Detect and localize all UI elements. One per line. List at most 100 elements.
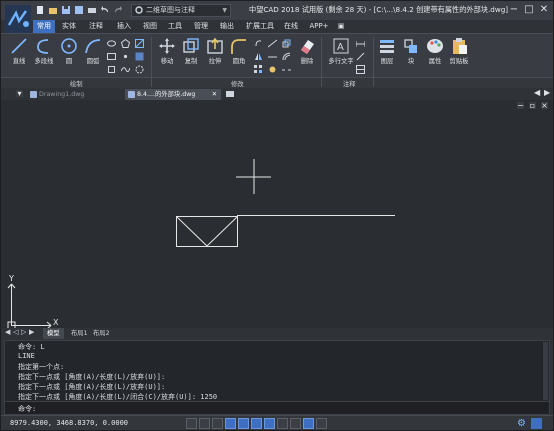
- tab-solid[interactable]: 实体: [58, 20, 80, 33]
- table-icon[interactable]: [356, 65, 365, 74]
- workspace-selector[interactable]: 二维草图与注释 ▼: [131, 4, 231, 17]
- arc-button[interactable]: 圆弧: [82, 37, 104, 65]
- title-bar: 二维草图与注释 ▼ 中望CAD 2018 试用版 (剩余 28 天) - [C:…: [1, 1, 553, 20]
- fillet-button[interactable]: 圆角: [228, 37, 250, 65]
- save-as-icon[interactable]: [74, 5, 84, 15]
- dyn-input-toggle-icon[interactable]: [264, 418, 275, 429]
- transparency-toggle-icon[interactable]: [290, 418, 301, 429]
- app-logo-icon[interactable]: [5, 5, 31, 35]
- tab-output[interactable]: 输出: [216, 20, 238, 33]
- close-button[interactable]: ✕: [537, 3, 551, 17]
- lineweight-toggle-icon[interactable]: [277, 418, 288, 429]
- otrack-toggle-icon[interactable]: [251, 418, 262, 429]
- annotation-panel-title[interactable]: 注释: [343, 79, 356, 88]
- tab-menu-icon[interactable]: ▾: [16, 90, 23, 98]
- doc-tab-drawing1[interactable]: Drawing1.dwg: [27, 89, 117, 100]
- tab-model[interactable]: 模型: [43, 328, 64, 339]
- tab-view[interactable]: 视图: [139, 20, 161, 33]
- command-input[interactable]: 命令:: [4, 401, 550, 415]
- tab-layout1[interactable]: 布局1: [71, 328, 88, 339]
- spline-icon[interactable]: [121, 65, 130, 74]
- polyline-button[interactable]: 多段线: [32, 37, 56, 65]
- draw-panel-title[interactable]: 绘制: [70, 79, 83, 88]
- new-tab-button[interactable]: [225, 89, 237, 100]
- osnap-toggle-icon[interactable]: [238, 418, 249, 429]
- fullscreen-icon[interactable]: [531, 418, 542, 429]
- move-button[interactable]: 移动: [156, 37, 178, 65]
- explode-icon[interactable]: [268, 65, 277, 74]
- workspace-gear-icon[interactable]: ⚙: [517, 418, 528, 429]
- doc-tab-current[interactable]: 8.4....的外部块.dwg ✕: [125, 89, 221, 100]
- extend-icon[interactable]: [268, 52, 277, 61]
- mtext-button[interactable]: A 多行文字: [325, 37, 357, 65]
- modify-panel-title[interactable]: 修改: [231, 79, 244, 88]
- rectangle-icon[interactable]: [107, 52, 116, 61]
- erase-button[interactable]: 删除: [296, 37, 318, 65]
- dimension-icon[interactable]: [356, 39, 365, 48]
- tab-manage[interactable]: 管理: [190, 20, 212, 33]
- polygon-icon[interactable]: [121, 39, 130, 48]
- copy-button[interactable]: 复制: [180, 37, 202, 65]
- open-file-icon[interactable]: [48, 5, 58, 15]
- save-icon[interactable]: [61, 5, 71, 15]
- leader-icon[interactable]: [356, 52, 365, 61]
- layer-button[interactable]: 图层: [376, 37, 398, 65]
- scroll-left-icon[interactable]: ◀: [534, 88, 542, 99]
- rotate-icon[interactable]: [254, 39, 263, 48]
- tab-extension-tools[interactable]: 扩展工具: [243, 20, 277, 33]
- grid-toggle-icon[interactable]: [186, 418, 197, 429]
- region-icon[interactable]: [107, 65, 116, 74]
- tab-tools[interactable]: 工具: [164, 20, 186, 33]
- selection-cycling-toggle-icon[interactable]: [303, 418, 314, 429]
- next-layout-icon[interactable]: ▷: [21, 328, 26, 336]
- prev-layout-icon[interactable]: ◁: [13, 328, 18, 336]
- ribbon-toggle-icon[interactable]: ▣: [335, 20, 347, 33]
- print-icon[interactable]: [87, 5, 97, 15]
- stretch-button[interactable]: 拉伸: [204, 37, 226, 65]
- line-button[interactable]: 直线: [7, 37, 31, 65]
- tab-layout2[interactable]: 布局2: [93, 328, 110, 339]
- point-icon[interactable]: [121, 52, 130, 61]
- redo-icon[interactable]: [113, 5, 123, 15]
- hatch-icon[interactable]: [135, 39, 144, 48]
- block-button[interactable]: 块: [400, 37, 422, 65]
- minimize-button[interactable]: −: [507, 3, 521, 17]
- annotation-scale-icon[interactable]: [316, 418, 327, 429]
- offset-icon[interactable]: [282, 52, 291, 61]
- clipboard-icon: [453, 38, 467, 54]
- gradient-icon[interactable]: [135, 52, 144, 61]
- window-title: 中望CAD 2018 试用版 (剩余 28 天) - [C:\...\8.4.2…: [249, 5, 509, 14]
- circle-button[interactable]: 圆: [58, 37, 80, 65]
- command-scrollbar[interactable]: [543, 342, 548, 400]
- ortho-toggle-icon[interactable]: [212, 418, 223, 429]
- properties-button[interactable]: 属性: [424, 37, 446, 65]
- new-file-icon[interactable]: [35, 5, 45, 15]
- first-layout-icon[interactable]: ◀: [5, 328, 10, 336]
- tab-app-plus[interactable]: APP+: [306, 20, 332, 33]
- maximize-button[interactable]: □: [522, 3, 536, 17]
- tab-online[interactable]: 在线: [280, 20, 302, 33]
- trim-icon[interactable]: [268, 39, 277, 48]
- file-icon: [128, 91, 135, 98]
- revision-cloud-icon[interactable]: [135, 65, 144, 74]
- last-layout-icon[interactable]: ▶: [29, 328, 34, 336]
- array-icon[interactable]: [254, 65, 263, 74]
- scale-icon[interactable]: [282, 39, 291, 48]
- ellipse-icon[interactable]: [107, 39, 116, 48]
- clipboard-button[interactable]: 剪贴板: [447, 37, 471, 65]
- scroll-right-icon[interactable]: ▶: [544, 88, 552, 99]
- close-tab-icon[interactable]: ✕: [212, 89, 217, 100]
- mirror-icon[interactable]: [254, 52, 263, 61]
- block-label: 块: [407, 58, 415, 65]
- tab-insert[interactable]: 插入: [113, 20, 135, 33]
- tab-annotate[interactable]: 注释: [85, 20, 107, 33]
- snap-toggle-icon[interactable]: [199, 418, 210, 429]
- break-icon[interactable]: [282, 65, 291, 74]
- polar-toggle-icon[interactable]: [225, 418, 236, 429]
- eraser-icon: [301, 40, 314, 54]
- tab-home[interactable]: 常用: [33, 20, 55, 33]
- layout-tabs: ◀ ◁ ▷ ▶ 模型 布局1 布局2: [1, 328, 553, 339]
- drawing-canvas[interactable]: − ▫ × Y X: [1, 100, 553, 329]
- undo-icon[interactable]: [100, 5, 110, 15]
- crosshair-cursor: [236, 159, 271, 194]
